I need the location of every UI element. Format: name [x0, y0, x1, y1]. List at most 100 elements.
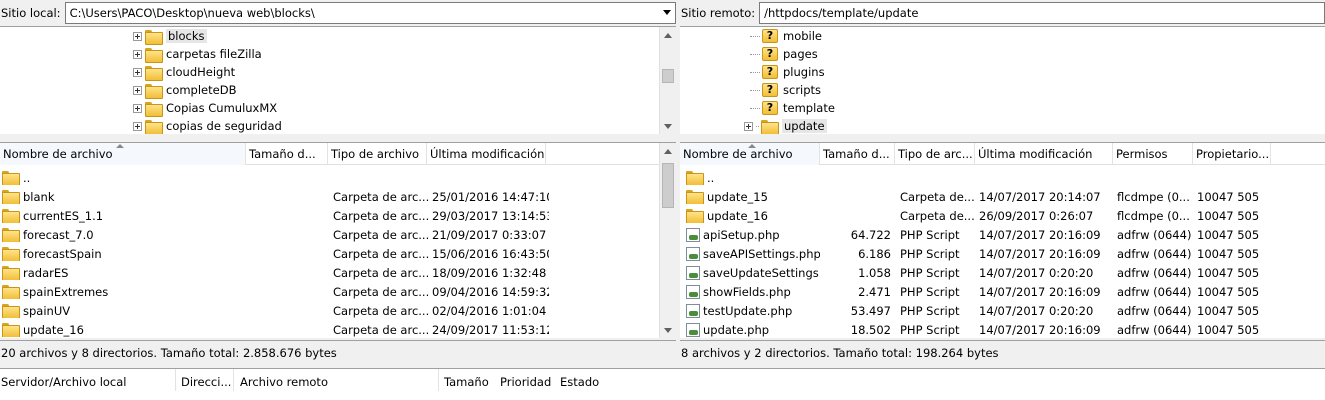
scroll-down-icon[interactable]	[664, 124, 672, 129]
tree-item[interactable]: copias de seguridad	[133, 117, 282, 134]
tree-item[interactable]: ? scripts	[750, 81, 821, 99]
column-header-modified[interactable]: Última modificación	[975, 143, 1113, 165]
folder-icon	[145, 119, 163, 134]
local-file-list[interactable]: Nombre de archivo Tamaño d... Tipo de ar…	[0, 142, 676, 338]
cell-modified: 24/09/2017 11:53:12	[430, 323, 549, 337]
column-header-type[interactable]: Tipo de archivo	[328, 143, 427, 165]
php-file-icon	[686, 227, 700, 242]
expand-icon[interactable]	[133, 85, 142, 95]
queue-column-status[interactable]: Estado	[559, 369, 619, 391]
queue-column-priority[interactable]: Prioridad	[499, 369, 555, 391]
cell-modified: 14/07/2017 0:20:20	[977, 304, 1115, 318]
column-header-type[interactable]: Tipo de arc...	[895, 143, 975, 165]
column-header-permissions[interactable]: Permisos	[1113, 143, 1193, 165]
cell-text: 15/06/2016 16:43:50	[432, 246, 549, 261]
table-row[interactable]: testUpdate.php 53.497 PHP Script 14/07/2017…	[680, 301, 1320, 320]
remote-file-list[interactable]: Nombre de archivo Tamaño d... Tipo de ar…	[680, 142, 1325, 338]
cell-perms: adfrw (0644)	[1115, 285, 1195, 299]
expand-icon[interactable]	[133, 67, 142, 77]
cell-text: update_16	[707, 208, 768, 223]
tree-item[interactable]: ? template	[750, 99, 835, 117]
table-row[interactable]: update_16 Carpeta de... 26/09/2017 0:26:07…	[680, 206, 1320, 225]
queue-column-local-file[interactable]: Servidor/Archivo local	[0, 369, 176, 391]
expand-icon[interactable]	[133, 121, 142, 131]
tree-item[interactable]: completeDB	[133, 81, 236, 99]
folder-icon	[145, 47, 163, 63]
local-path-combo[interactable]: C:\Users\PACO\Desktop\nueva web\blocks\	[64, 2, 676, 24]
column-header-name[interactable]: Nombre de archivo	[680, 143, 820, 165]
scroll-down-icon[interactable]	[664, 328, 672, 333]
local-tree-scrollbar[interactable]	[659, 27, 676, 134]
cell-owner: 10047 505	[1195, 304, 1273, 318]
scroll-up-icon[interactable]	[664, 33, 672, 38]
cell-text: 10047 505	[1197, 303, 1260, 318]
cell-size: 6.186	[820, 247, 895, 261]
table-row[interactable]: ..	[0, 168, 655, 187]
table-row[interactable]: apiSetup.php 64.722 PHP Script 14/07/2017 2…	[680, 225, 1320, 244]
tree-item[interactable]: ? plugins	[750, 63, 825, 81]
pane-splitter[interactable]	[676, 0, 680, 366]
table-row[interactable]: blank Carpeta de arc... 25/01/2016 14:47:1…	[0, 187, 655, 206]
table-row[interactable]: spainUV Carpeta de arc... 02/04/2016 1:01:…	[0, 301, 655, 320]
cell-text: currentES_1.1	[23, 208, 104, 223]
remote-directory-tree[interactable]: ? mobile ? pages ? plugins ? scripts ? t…	[680, 26, 1325, 134]
tree-item[interactable]: cloudHeight	[133, 63, 235, 81]
column-header-size[interactable]: Tamaño d...	[246, 143, 328, 165]
local-site-bar: Sitio local: C:\Users\PACO\Desktop\nueva…	[0, 0, 676, 26]
cell-modified: 15/06/2016 16:43:50	[430, 247, 549, 261]
cell-text: ..	[23, 170, 31, 185]
tree-item[interactable]: blocks	[133, 27, 207, 45]
tree-item-selected[interactable]: update	[744, 117, 827, 134]
cell-modified: 14/07/2017 0:20:20	[977, 266, 1115, 280]
tree-item[interactable]: Copias CumuluxMX	[133, 99, 277, 117]
table-row[interactable]: saveAPISettings.php 6.186 PHP Script 14/07/…	[680, 244, 1320, 263]
cell-type: Carpeta de arc...	[331, 304, 430, 318]
table-row[interactable]: showFields.php 2.471 PHP Script 14/07/2017 …	[680, 282, 1320, 301]
cell-text: PHP Script	[900, 322, 960, 337]
column-header-size[interactable]: Tamaño d...	[820, 143, 895, 165]
column-header-name[interactable]: Nombre de archivo	[0, 143, 246, 165]
tree-item[interactable]: ? pages	[750, 45, 818, 63]
tree-item[interactable]: carpetas fileZilla	[133, 45, 262, 63]
cell-text: Carpeta de arc...	[333, 322, 430, 337]
queue-column-size[interactable]: Tamaño	[443, 369, 493, 391]
table-row[interactable]: ..	[680, 168, 1320, 187]
unknown-folder-icon: ?	[762, 29, 778, 43]
expand-icon[interactable]	[133, 49, 142, 59]
cell-text: Carpeta de arc...	[333, 246, 430, 261]
cell-size: 18.502	[820, 323, 895, 337]
chevron-down-icon[interactable]	[663, 10, 671, 15]
column-label: Nombre de archivo	[683, 147, 793, 161]
table-row[interactable]: saveUpdateSettings... 1.058 PHP Script 14/0…	[680, 263, 1320, 282]
table-row[interactable]: update_16 Carpeta de arc... 24/09/2017 11:…	[0, 320, 655, 338]
tree-item[interactable]: ? mobile	[750, 27, 822, 45]
php-file-icon	[686, 246, 700, 261]
table-row[interactable]: currentES_1.1 Carpeta de arc... 29/03/2017…	[0, 206, 655, 225]
scrollbar-thumb[interactable]	[662, 69, 674, 83]
tree-list-splitter[interactable]	[0, 134, 1325, 142]
transfer-queue[interactable]: Servidor/Archivo local Direcci... Archiv…	[0, 368, 1325, 400]
cell-type: PHP Script	[898, 247, 978, 261]
table-row[interactable]: update_15 Carpeta de... 14/07/2017 20:14:0…	[680, 187, 1320, 206]
column-header-modified[interactable]: Última modificación	[427, 143, 546, 165]
column-header-owner[interactable]: Propietario...	[1193, 143, 1271, 165]
scroll-up-icon[interactable]	[664, 149, 672, 154]
expand-icon[interactable]	[133, 31, 142, 41]
remote-path-input[interactable]: /httpdocs/template/update	[759, 2, 1325, 24]
local-directory-tree[interactable]: blocks carpetas fileZilla cloudHeight co…	[0, 26, 676, 134]
table-row[interactable]: radarES Carpeta de arc... 18/09/2016 1:32:…	[0, 263, 655, 282]
local-status-bar: 20 archivos y 8 directorios. Tamaño tota…	[0, 340, 676, 365]
queue-column-remote-file[interactable]: Archivo remoto	[239, 369, 439, 391]
expand-icon[interactable]	[744, 121, 753, 131]
cell-text: radarES	[23, 265, 69, 280]
scrollbar-thumb[interactable]	[662, 163, 674, 208]
expand-icon[interactable]	[133, 103, 142, 113]
column-label: Nombre de archivo	[3, 147, 113, 161]
table-row[interactable]: forecast_7.0 Carpeta de arc... 21/09/2017 …	[0, 225, 655, 244]
table-row[interactable]: spainExtremes Carpeta de arc... 09/04/2016…	[0, 282, 655, 301]
table-row[interactable]: update.php 18.502 PHP Script 14/07/2017 20:…	[680, 320, 1320, 338]
queue-column-direction[interactable]: Direcci...	[180, 369, 234, 391]
table-row[interactable]: forecastSpain Carpeta de arc... 15/06/2016…	[0, 244, 655, 263]
cell-name: update.php	[684, 322, 820, 337]
local-list-scrollbar[interactable]	[659, 143, 676, 338]
